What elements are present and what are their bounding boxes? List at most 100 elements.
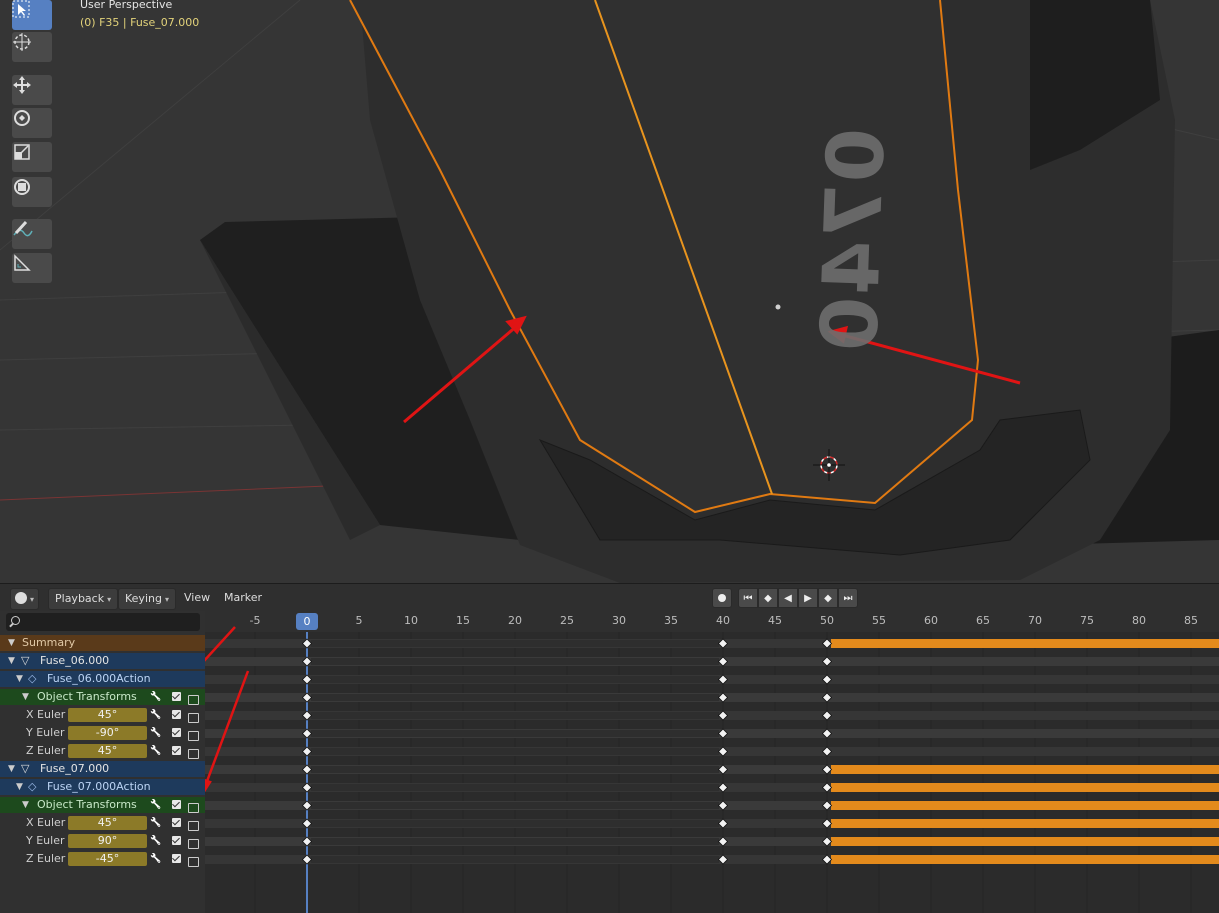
channel-row-action[interactable]: ▼ ◇ Fuse_07.000Action [0,779,205,795]
hold-bar [311,784,719,791]
expand-triangle-icon[interactable]: ▼ [22,797,29,813]
frame-number-label: 45 [768,614,782,627]
playback-menu[interactable]: Playback ▾ [48,588,119,610]
transform-tool[interactable] [12,177,52,207]
channel-search-input[interactable] [6,613,200,631]
hold-bar [311,730,719,737]
move-tool[interactable] [12,75,52,105]
hold-bar-selected [831,801,1219,810]
hold-bar [311,712,719,719]
hold-bar [311,748,719,755]
editor-type-button[interactable]: ▾ [10,588,40,610]
modifier-wrench-icon[interactable]: 🔧 [150,851,161,867]
action-icon: ◇ [28,780,37,793]
expand-triangle-icon[interactable]: ▼ [22,689,29,705]
playback-controls: ⏮ ◆ ◀ ▶ ◆ ⏭ [712,588,858,608]
rotate-tool[interactable] [12,108,52,138]
measure-tool[interactable] [12,253,52,283]
hold-bar [311,766,719,773]
jump-end-icon: ⏭ [843,592,853,604]
keying-menu[interactable]: Keying ▾ [118,588,176,610]
next-keyframe-button[interactable]: ◆ [818,588,838,608]
scale-tool[interactable] [12,142,52,172]
modifier-wrench-icon[interactable]: 🔧 [150,815,161,831]
frame-number-label: 65 [976,614,990,627]
mute-checkbox[interactable] [172,818,181,827]
annotate-tool[interactable] [12,219,52,249]
channel-value-field[interactable]: 90° [68,834,147,848]
unlock-icon[interactable] [188,839,199,849]
channel-row-fcurve[interactable]: Z Euler R -45° 🔧 [0,851,205,867]
unlock-icon[interactable] [188,731,199,741]
unlock-icon[interactable] [188,803,199,813]
channel-row-fcurve[interactable]: Y Euler R -90° 🔧 [0,725,205,741]
fuselage-decal: 0740 [804,126,903,355]
channel-row-fcurve[interactable]: Y Euler R 90° 🔧 [0,833,205,849]
channel-row-fcurve[interactable]: X Euler R 45° 🔧 [0,815,205,831]
prev-keyframe-button[interactable]: ◆ [758,588,778,608]
channel-row-action[interactable]: ▼ ◇ Fuse_06.000Action [0,671,205,687]
unlock-icon[interactable] [188,749,199,759]
modifier-wrench-icon[interactable]: 🔧 [150,725,161,741]
channel-row-summary[interactable]: ▼ Summary [0,635,205,651]
current-frame-indicator[interactable]: 0 [296,613,318,630]
viewport-scene [0,0,1219,583]
channel-value-field[interactable]: 45° [68,744,147,758]
hold-bar-selected [831,765,1219,774]
expand-triangle-icon[interactable]: ▼ [8,761,15,777]
view-menu[interactable]: View [184,588,210,608]
view-name-label: User Perspective [80,0,173,11]
unlock-icon[interactable] [188,857,199,867]
record-icon [718,594,726,602]
hold-bar [311,694,719,701]
unlock-icon[interactable] [188,821,199,831]
unlock-icon[interactable] [188,695,199,705]
next-keyframe-icon: ◆ [824,592,832,604]
channel-row-group[interactable]: ▼ Object Transforms 🔧 [0,689,205,705]
marker-menu[interactable]: Marker [224,588,262,608]
modifier-wrench-icon[interactable]: 🔧 [150,833,161,849]
modifier-wrench-icon[interactable]: 🔧 [150,797,161,813]
unlock-icon[interactable] [188,713,199,723]
mute-checkbox[interactable] [172,800,181,809]
channel-row-fcurve[interactable]: Z Euler R 45° 🔧 [0,743,205,759]
mute-checkbox[interactable] [172,836,181,845]
play-button[interactable]: ▶ [798,588,818,608]
channel-value-field[interactable]: 45° [68,816,147,830]
cursor-tool[interactable] [12,32,52,62]
play-reverse-icon: ◀ [784,592,792,604]
channel-row-group[interactable]: ▼ Object Transforms 🔧 [0,797,205,813]
expand-triangle-icon[interactable]: ▼ [8,653,15,669]
modifier-wrench-icon[interactable]: 🔧 [150,707,161,723]
hold-bar [311,658,719,665]
jump-start-button[interactable]: ⏮ [738,588,758,608]
hold-bar [311,838,719,845]
frame-number-label: -5 [249,614,261,627]
select-box-tool[interactable] [12,0,52,30]
dopesheet-area[interactable]: -5 5 10 15 20 25 30 35 40 45 50 55 60 65 70 75 80 85 0 [205,611,1219,913]
channel-value-field[interactable]: -45° [68,852,147,866]
keying-label: Keying [125,592,162,605]
mute-checkbox[interactable] [172,746,181,755]
channel-row-object[interactable]: ▼ ▽ Fuse_07.000 [0,761,205,777]
jump-start-icon: ⏮ [743,592,753,604]
mute-checkbox[interactable] [172,692,181,701]
expand-triangle-icon[interactable]: ▼ [16,779,23,795]
expand-triangle-icon[interactable]: ▼ [8,635,15,651]
modifier-wrench-icon[interactable]: 🔧 [150,689,161,705]
modifier-wrench-icon[interactable]: 🔧 [150,743,161,759]
expand-triangle-icon[interactable]: ▼ [16,671,23,687]
channel-value-field[interactable]: 45° [68,708,147,722]
mute-checkbox[interactable] [172,728,181,737]
channel-row-fcurve[interactable]: X Euler R 45° 🔧 [0,707,205,723]
play-icon: ▶ [804,592,812,604]
record-button[interactable] [712,588,732,608]
channel-value-field[interactable]: -90° [68,726,147,740]
play-reverse-button[interactable]: ◀ [778,588,798,608]
3d-viewport[interactable]: 0740 User Perspective (0) F35 | Fuse_07.… [0,0,1219,583]
channel-row-object[interactable]: ▼ ▽ Fuse_06.000 [0,653,205,669]
jump-end-button[interactable]: ⏭ [838,588,858,608]
hold-bar [311,676,719,683]
mute-checkbox[interactable] [172,854,181,863]
mute-checkbox[interactable] [172,710,181,719]
